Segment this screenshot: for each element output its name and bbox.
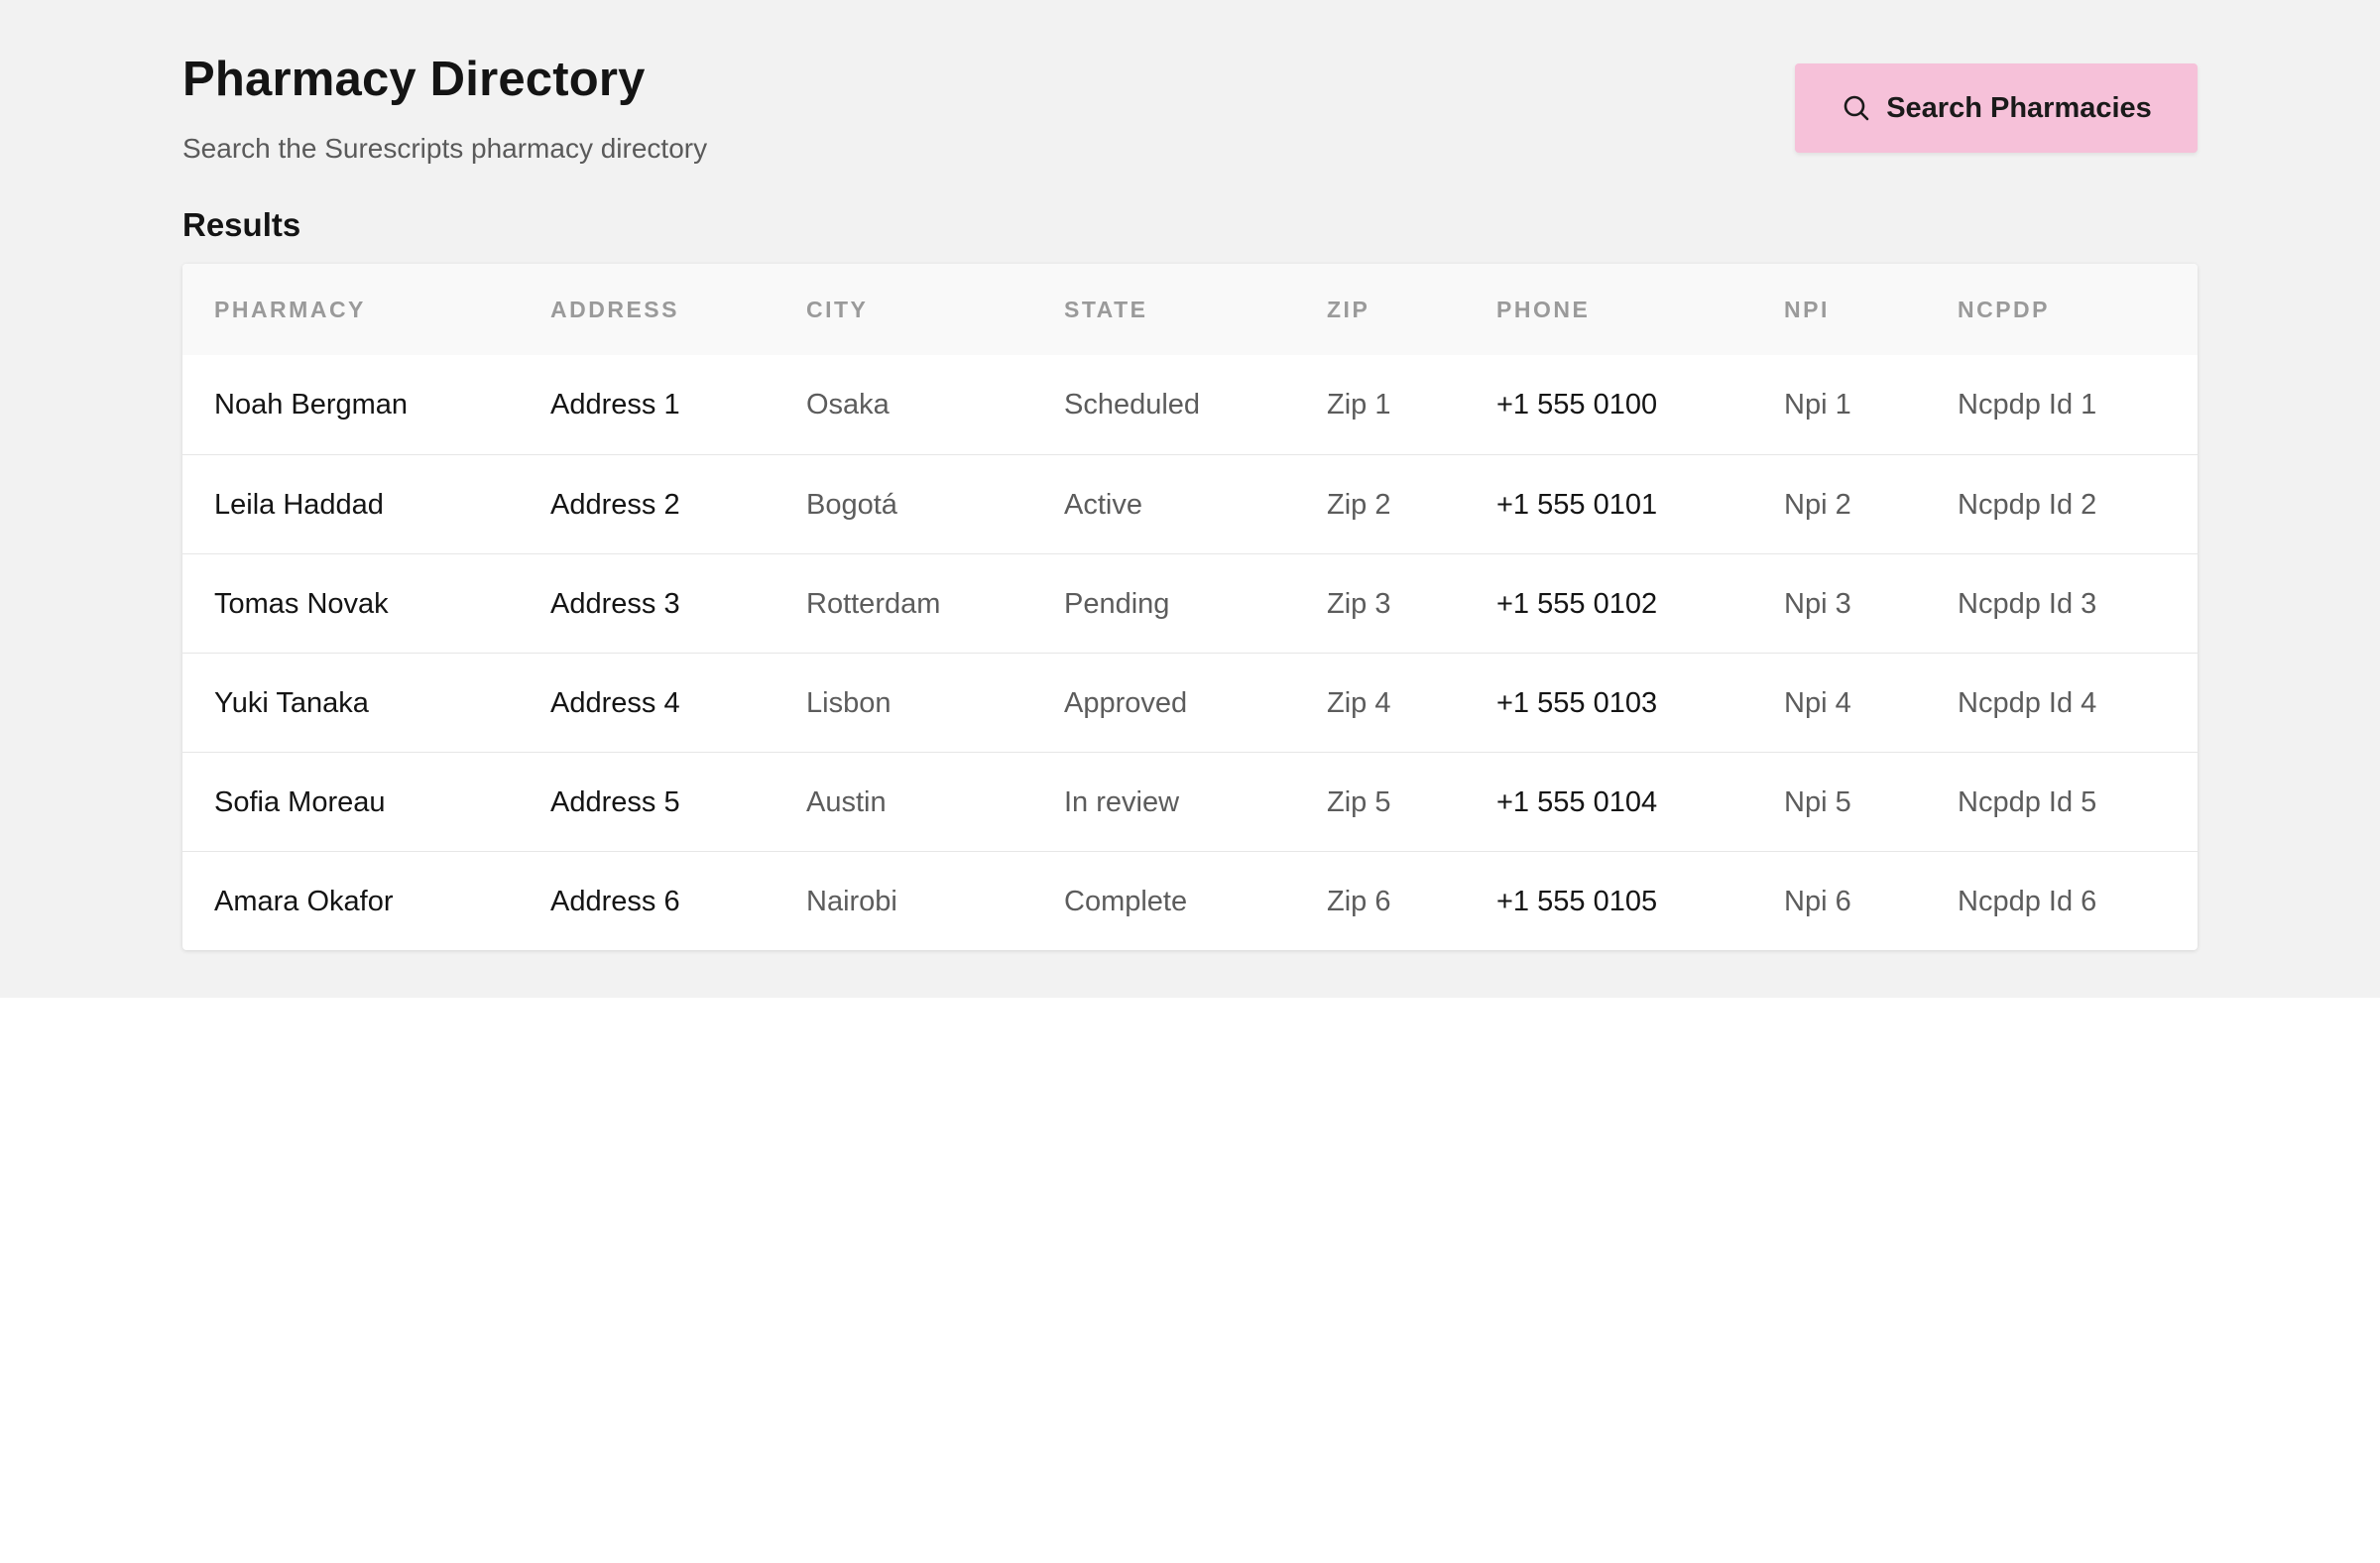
- cell-state: In review: [1064, 786, 1180, 818]
- cell-city: Rotterdam: [806, 588, 941, 620]
- cell-address: Address 1: [550, 389, 680, 421]
- cell-ncpdp: Ncpdp Id 1: [1958, 389, 2097, 421]
- cell-zip: Zip 6: [1327, 886, 1391, 917]
- column-header-ncpdp: NCPDP: [1958, 297, 2051, 322]
- column-header-zip: ZIP: [1327, 297, 1370, 322]
- cell-npi: Npi 2: [1784, 489, 1851, 521]
- cell-address: Address 6: [550, 886, 680, 917]
- search-icon: [1841, 92, 1872, 124]
- column-header-npi: NPI: [1784, 297, 1830, 322]
- cell-state: Approved: [1064, 687, 1188, 719]
- table-row[interactable]: Amara Okafor Address 6 Nairobi Complete …: [182, 851, 2198, 950]
- cell-pharmacy: Sofia Moreau: [214, 786, 386, 818]
- cell-city: Bogotá: [806, 489, 897, 521]
- cell-ncpdp: Ncpdp Id 6: [1958, 886, 2097, 917]
- table-body: Noah Bergman Address 1 Osaka Scheduled Z…: [182, 355, 2198, 950]
- cell-address: Address 5: [550, 786, 680, 818]
- search-pharmacies-button[interactable]: Search Pharmacies: [1795, 63, 2198, 153]
- table-row[interactable]: Noah Bergman Address 1 Osaka Scheduled Z…: [182, 355, 2198, 454]
- cell-zip: Zip 1: [1327, 389, 1391, 421]
- cell-pharmacy: Leila Haddad: [214, 489, 384, 521]
- cell-city: Osaka: [806, 389, 890, 421]
- cell-state: Scheduled: [1064, 389, 1201, 421]
- cell-zip: Zip 2: [1327, 489, 1391, 521]
- cell-city: Nairobi: [806, 886, 897, 917]
- cell-pharmacy: Amara Okafor: [214, 886, 394, 917]
- cell-ncpdp: Ncpdp Id 5: [1958, 786, 2097, 818]
- table-row[interactable]: Sofia Moreau Address 5 Austin In review …: [182, 752, 2198, 851]
- cell-npi: Npi 3: [1784, 588, 1851, 620]
- cell-phone: +1 555 0100: [1496, 389, 1658, 421]
- cell-zip: Zip 5: [1327, 786, 1391, 818]
- cell-address: Address 4: [550, 687, 680, 719]
- cell-state: Pending: [1064, 588, 1170, 620]
- cell-city: Austin: [806, 786, 887, 818]
- table-row[interactable]: Tomas Novak Address 3 Rotterdam Pending …: [182, 553, 2198, 653]
- cell-npi: Npi 6: [1784, 886, 1851, 917]
- table-header-row: PHARMACY ADDRESS CITY STATE ZIP PHONE NP…: [182, 264, 2198, 355]
- cell-state: Complete: [1064, 886, 1188, 917]
- cell-phone: +1 555 0103: [1496, 687, 1658, 719]
- cell-zip: Zip 4: [1327, 687, 1391, 719]
- cell-state: Active: [1064, 489, 1142, 521]
- cell-npi: Npi 5: [1784, 786, 1851, 818]
- search-pharmacies-button-label: Search Pharmacies: [1886, 91, 2152, 124]
- page-title: Pharmacy Directory: [182, 53, 646, 106]
- page-subtitle: Search the Surescripts pharmacy director…: [182, 133, 708, 164]
- table-row[interactable]: Leila Haddad Address 2 Bogotá Active Zip…: [182, 454, 2198, 553]
- cell-ncpdp: Ncpdp Id 4: [1958, 687, 2097, 719]
- cell-npi: Npi 1: [1784, 389, 1851, 421]
- column-header-phone: PHONE: [1496, 297, 1591, 322]
- column-header-city: CITY: [806, 297, 869, 322]
- cell-pharmacy: Tomas Novak: [214, 588, 389, 620]
- cell-address: Address 3: [550, 588, 680, 620]
- cell-phone: +1 555 0102: [1496, 588, 1658, 620]
- cell-phone: +1 555 0104: [1496, 786, 1658, 818]
- table-row[interactable]: Yuki Tanaka Address 4 Lisbon Approved Zi…: [182, 653, 2198, 752]
- cell-city: Lisbon: [806, 687, 892, 719]
- page-header-panel: Pharmacy Directory Search the Surescript…: [0, 0, 2380, 998]
- cell-phone: +1 555 0101: [1496, 489, 1658, 521]
- cell-ncpdp: Ncpdp Id 2: [1958, 489, 2097, 521]
- cell-zip: Zip 3: [1327, 588, 1391, 620]
- results-table: PHARMACY ADDRESS CITY STATE ZIP PHONE NP…: [182, 264, 2198, 950]
- column-header-pharmacy: PHARMACY: [214, 297, 366, 322]
- column-header-address: ADDRESS: [550, 297, 679, 322]
- cell-npi: Npi 4: [1784, 687, 1851, 719]
- cell-ncpdp: Ncpdp Id 3: [1958, 588, 2097, 620]
- cell-pharmacy: Noah Bergman: [214, 389, 409, 421]
- column-header-state: STATE: [1064, 297, 1148, 322]
- cell-address: Address 2: [550, 489, 680, 521]
- cell-phone: +1 555 0105: [1496, 886, 1658, 917]
- results-title: Results: [182, 206, 301, 243]
- cell-pharmacy: Yuki Tanaka: [214, 687, 369, 719]
